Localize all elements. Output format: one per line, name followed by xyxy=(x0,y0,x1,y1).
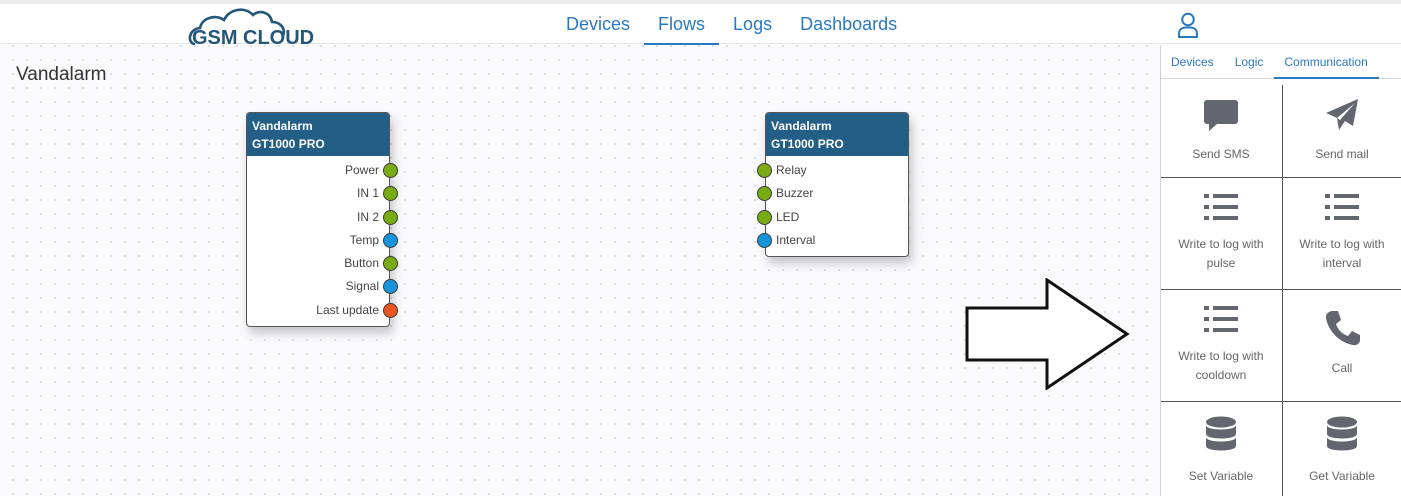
grid-divider xyxy=(1161,177,1282,178)
palette-item-label: Call xyxy=(1331,361,1353,375)
port-temp: Temp xyxy=(247,229,398,252)
palette-tabs: Devices Logic Communication xyxy=(1161,45,1401,79)
device-node-inputs[interactable]: Vandalarm GT1000 PRO Relay Buzzer LED In… xyxy=(757,112,909,258)
grid-divider xyxy=(1283,177,1401,178)
palette-item-log-cooldown[interactable]: Write to log with cooldown xyxy=(1161,303,1281,385)
port-label: Buzzer xyxy=(776,186,814,201)
right-arrow-icon xyxy=(965,277,1133,391)
phone-icon xyxy=(1325,311,1360,346)
port-led: LED xyxy=(757,206,908,229)
palette-item-label: Get Variable xyxy=(1309,469,1375,483)
input-port-dot[interactable] xyxy=(757,209,772,225)
grid-divider xyxy=(1283,401,1401,402)
node-model: GT1000 PRO xyxy=(771,137,844,151)
node-ports: Power IN 1 IN 2 Temp Button Signal Last … xyxy=(247,156,398,326)
palette-item-label: Set Variable xyxy=(1188,469,1254,483)
port-label: IN 2 xyxy=(356,209,379,224)
palette-item-send-sms[interactable]: Send SMS xyxy=(1161,97,1281,164)
input-port-dot[interactable] xyxy=(757,186,772,202)
nav-devices[interactable]: Devices xyxy=(552,4,644,44)
port-in1: IN 1 xyxy=(247,182,398,205)
port-label: Interval xyxy=(776,232,816,247)
palette-item-label: Write to log with pulse xyxy=(1178,237,1264,270)
gsmcloud-logo[interactable]: GSM CLOUD xyxy=(188,6,323,49)
node-model: GT1000 PRO xyxy=(252,137,325,151)
port-button: Button xyxy=(247,252,398,275)
port-buzzer: Buzzer xyxy=(757,182,908,205)
palette-item-call[interactable]: Call xyxy=(1282,309,1401,378)
port-label: Button xyxy=(344,256,379,271)
device-node-outputs[interactable]: Vandalarm GT1000 PRO Power IN 1 IN 2 Tem… xyxy=(246,112,398,328)
palette-item-label: Send mail xyxy=(1315,147,1369,161)
list-icon xyxy=(1204,194,1238,220)
output-port-dot[interactable] xyxy=(383,163,398,178)
grid-divider xyxy=(1283,289,1401,290)
palette-item-label: Send SMS xyxy=(1192,147,1250,161)
output-port-dot[interactable] xyxy=(383,232,398,248)
palette-item-log-pulse[interactable]: Write to log with pulse xyxy=(1161,191,1281,273)
palette-item-set-variable[interactable]: Set Variable xyxy=(1161,415,1281,486)
input-port-dot[interactable] xyxy=(757,232,772,248)
port-label: Signal xyxy=(345,279,379,294)
grid-divider xyxy=(1161,401,1282,402)
node-title: Vandalarm xyxy=(771,119,832,133)
nav-logs[interactable]: Logs xyxy=(719,4,786,44)
port-relay: Relay xyxy=(757,159,908,182)
node-palette-sidebar: Devices Logic Communication Send SMS Sen… xyxy=(1160,45,1401,496)
port-label: Power xyxy=(344,163,379,177)
flow-title: Vandalarm xyxy=(16,64,107,85)
output-port-dot[interactable] xyxy=(383,209,398,225)
port-label: Temp xyxy=(349,232,379,247)
port-label: LED xyxy=(776,209,800,224)
paper-plane-icon xyxy=(1326,99,1358,130)
svg-text:CLOUD: CLOUD xyxy=(243,27,314,46)
palette-item-log-interval[interactable]: Write to log with interval xyxy=(1282,191,1401,273)
port-power: Power xyxy=(247,159,398,182)
node-header: Vandalarm GT1000 PRO xyxy=(766,113,908,156)
node-ports: Relay Buzzer LED Interval xyxy=(757,156,908,256)
port-signal: Signal xyxy=(247,275,398,298)
tab-communication[interactable]: Communication xyxy=(1274,45,1380,79)
palette-item-send-mail[interactable]: Send mail xyxy=(1282,97,1401,164)
nav-flows[interactable]: Flows xyxy=(644,4,720,45)
port-label: IN 1 xyxy=(356,186,379,201)
list-icon xyxy=(1204,306,1238,332)
port-in2: IN 2 xyxy=(247,206,398,229)
tab-logic[interactable]: Logic xyxy=(1225,45,1275,78)
tab-devices[interactable]: Devices xyxy=(1161,45,1225,78)
list-icon xyxy=(1325,194,1359,220)
top-navbar: GSM CLOUD Devices Flows Logs Dashboards xyxy=(0,0,1401,49)
port-interval: Interval xyxy=(757,229,908,252)
palette-item-label: Write to log with interval xyxy=(1299,237,1385,270)
nav-dashboards[interactable]: Dashboards xyxy=(786,4,911,44)
svg-text:GSM: GSM xyxy=(192,27,238,46)
port-last-update: Last update xyxy=(247,299,398,322)
output-port-dot[interactable] xyxy=(383,186,398,202)
node-title: Vandalarm xyxy=(252,119,313,133)
flow-canvas[interactable]: Vandalarm Vandalarm GT1000 PRO Power IN … xyxy=(0,45,1160,496)
database-icon xyxy=(1206,416,1236,451)
user-icon[interactable] xyxy=(1177,12,1199,38)
input-port-dot[interactable] xyxy=(757,163,772,178)
message-icon xyxy=(1204,100,1238,131)
port-label: Relay xyxy=(776,163,807,177)
palette-item-get-variable[interactable]: Get Variable xyxy=(1282,415,1401,486)
node-header: Vandalarm GT1000 PRO xyxy=(247,113,389,156)
main-nav: Devices Flows Logs Dashboards xyxy=(552,4,911,48)
palette-item-label: Write to log with cooldown xyxy=(1178,349,1264,382)
grid-divider xyxy=(1161,289,1282,290)
output-port-dot[interactable] xyxy=(383,302,398,318)
port-label: Last update xyxy=(316,302,379,317)
database-icon xyxy=(1327,416,1357,451)
app-root: GSM CLOUD Devices Flows Logs Dashboards … xyxy=(0,0,1401,496)
output-port-dot[interactable] xyxy=(383,256,398,272)
output-port-dot[interactable] xyxy=(383,279,398,295)
